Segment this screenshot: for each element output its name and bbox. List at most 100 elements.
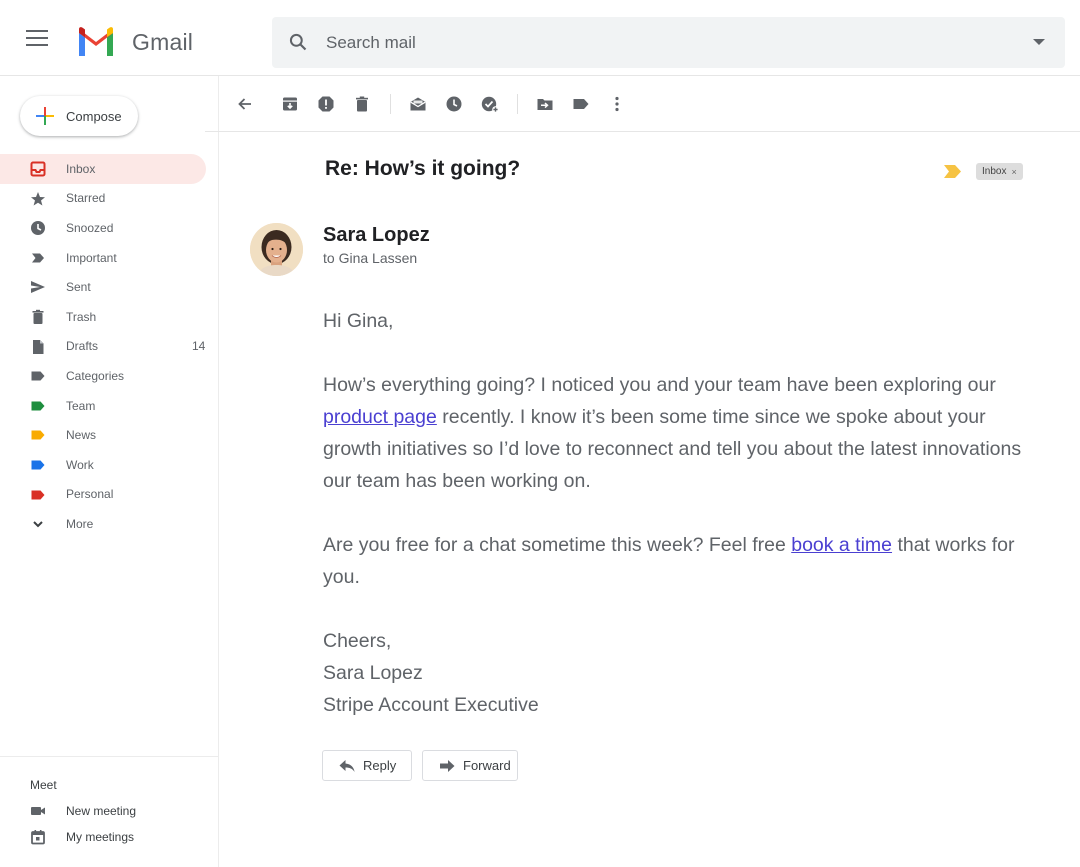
email-paragraph: How’s everything going? I noticed you an… (323, 369, 1023, 497)
gmail-wordmark: Gmail (132, 29, 194, 55)
label-tag-icon[interactable] (572, 95, 590, 113)
menu-bar (26, 30, 48, 32)
sidebar-item-inbox[interactable]: Inbox (0, 154, 206, 184)
sidebar-item-work[interactable]: Work (0, 450, 218, 480)
sidebar-item-label: Work (66, 457, 94, 472)
report-spam-icon[interactable] (317, 95, 335, 113)
archive-icon[interactable] (281, 95, 299, 113)
message-toolbar (219, 76, 1080, 132)
meet-section-title: Meet (30, 778, 57, 792)
meet-divider (0, 756, 218, 757)
search-bar (272, 17, 1065, 68)
email-subject: Re: How’s it going? (325, 157, 521, 180)
compose-button[interactable]: Compose (20, 96, 138, 136)
trash-icon (32, 309, 44, 324)
forward-arrow-icon (440, 759, 455, 772)
sidebar-item-label: Starred (66, 191, 106, 206)
sidebar-item-personal[interactable]: Personal (0, 480, 218, 510)
sender-name: Sara Lopez (323, 224, 430, 246)
video-camera-icon (31, 807, 45, 815)
star-icon (31, 191, 45, 206)
book-a-time-link[interactable]: book a time (791, 534, 892, 556)
forward-button[interactable]: Forward (422, 750, 518, 781)
sender-avatar[interactable] (250, 223, 303, 276)
sidebar-item-label: Drafts (66, 339, 99, 354)
plus-icon (36, 107, 54, 125)
top-bar: Gmail (0, 0, 1080, 76)
mark-unread-icon[interactable] (409, 95, 427, 113)
search-input[interactable] (326, 17, 1006, 68)
important-icon (32, 253, 44, 263)
email-body: Hi Gina, How’s everything going? I notic… (323, 305, 1023, 721)
drafts-count: 14 (192, 339, 206, 354)
signature-title: Stripe Account Executive (323, 694, 539, 716)
email-signature: Cheers, Sara Lopez Stripe Account Execut… (323, 625, 1023, 721)
sidebar-item-label: Trash (66, 309, 97, 324)
back-arrow-icon[interactable] (236, 95, 254, 113)
email-paragraph: Are you free for a chat sometime this we… (323, 529, 1023, 593)
sidebar-item-categories[interactable]: Categories (0, 361, 218, 391)
reply-button[interactable]: Reply (322, 750, 412, 781)
sidebar-item-starred[interactable]: Starred (0, 184, 218, 214)
paragraph-text: How’s everything going? I noticed you an… (323, 374, 996, 396)
sidebar-item-drafts[interactable]: Drafts 14 (0, 332, 218, 362)
more-options-icon[interactable] (608, 95, 626, 113)
delete-icon[interactable] (353, 95, 371, 113)
meet-item-label: My meetings (66, 830, 135, 844)
add-to-tasks-icon[interactable] (481, 95, 499, 113)
menu-bar (26, 37, 48, 39)
sidebar-item-team[interactable]: Team (0, 391, 218, 421)
snooze-clock-icon[interactable] (445, 95, 463, 113)
sidebar-item-trash[interactable]: Trash (0, 302, 218, 332)
meet-item-label: New meeting (66, 804, 137, 818)
paragraph-text: Are you free for a chat sometime this we… (323, 534, 792, 556)
product-page-link[interactable]: product page (323, 406, 437, 428)
label-icon (31, 430, 45, 440)
main-menu-button[interactable] (26, 30, 48, 46)
label-icon (31, 490, 45, 500)
toolbar-divider (390, 94, 391, 114)
signature-name: Sara Lopez (323, 662, 423, 684)
reply-label: Reply (363, 758, 397, 773)
important-marker-icon[interactable] (944, 165, 962, 178)
sidebar-item-label: Categories (66, 368, 125, 383)
signature-closing: Cheers, (323, 630, 392, 652)
sidebar-item-label: Snoozed (66, 220, 114, 235)
search-icon[interactable] (288, 32, 308, 52)
label-chip-text: Inbox (982, 166, 1007, 177)
compose-label: Compose (66, 108, 122, 124)
email-greeting: Hi Gina, (323, 310, 394, 332)
meet-my-meetings[interactable]: My meetings (0, 824, 218, 850)
sidebar-item-label: News (66, 428, 97, 443)
forward-label: Forward (463, 758, 511, 773)
move-to-icon[interactable] (536, 95, 554, 113)
inbox-label-chip: Inbox × (976, 163, 1023, 180)
reply-arrow-icon (339, 759, 355, 772)
sidebar-item-sent[interactable]: Sent (0, 272, 218, 302)
sidebar-item-more[interactable]: More (0, 509, 218, 539)
sidebar-item-snoozed[interactable]: Snoozed (0, 213, 218, 243)
meet-new-meeting[interactable]: New meeting (0, 798, 218, 824)
sidebar: Compose Inbox Starred Snoozed Important … (0, 76, 219, 867)
toolbar-divider-line (205, 131, 1080, 132)
label-icon (31, 401, 45, 411)
recipient-line[interactable]: to Gina Lassen (323, 250, 417, 266)
sidebar-item-news[interactable]: News (0, 420, 218, 450)
chevron-down-icon (33, 521, 43, 528)
sidebar-item-label: Team (66, 398, 96, 413)
sidebar-item-label: Sent (66, 280, 91, 295)
clock-icon (31, 221, 45, 236)
label-icon (31, 460, 45, 470)
sidebar-item-label: Important (66, 250, 117, 265)
avatar-photo (250, 223, 303, 276)
sidebar-item-important[interactable]: Important (0, 243, 218, 273)
send-icon (31, 281, 45, 294)
remove-label-close-icon[interactable]: × (1011, 167, 1016, 177)
search-options-chevron-icon[interactable] (1033, 39, 1045, 45)
label-icon (31, 371, 45, 381)
toolbar-divider (517, 94, 518, 114)
inbox-icon (30, 161, 46, 177)
sidebar-item-label: Inbox (66, 161, 96, 176)
gmail-logo-icon[interactable] (76, 27, 116, 57)
menu-bar (26, 44, 48, 46)
